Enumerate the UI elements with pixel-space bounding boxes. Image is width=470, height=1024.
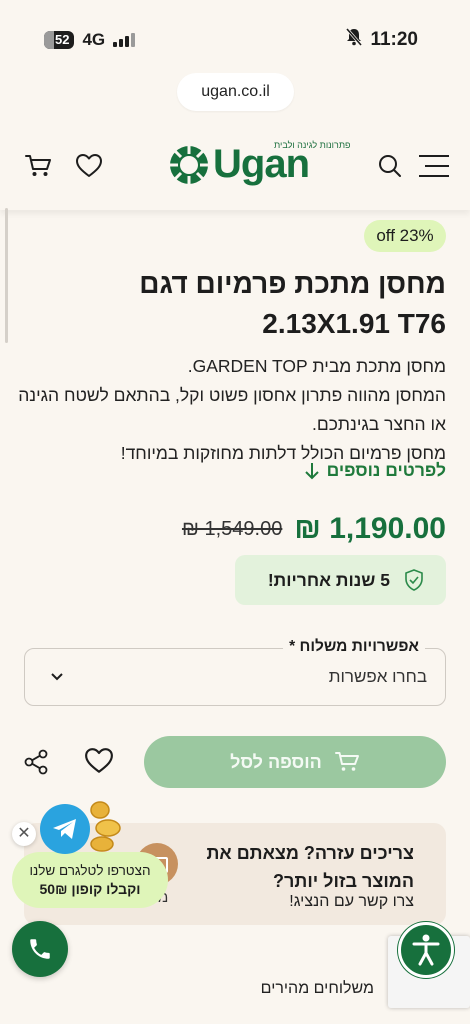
battery-indicator: 52 <box>44 31 75 49</box>
heart-icon <box>85 748 113 773</box>
add-to-cart-label: הוספה לסל <box>230 751 322 772</box>
shipping-label: אפשרויות משלוח * <box>283 638 425 656</box>
cart-icon[interactable] <box>22 150 54 182</box>
product-title: מחסן מתכת פרמיום דגם 2.13X1.91 T76 <box>139 268 446 339</box>
old-price: 1,549.00 ₪ <box>181 517 283 540</box>
telegram-icon[interactable] <box>40 804 90 854</box>
telegram-promo-line2: וקבלו קופון 50₪ <box>39 881 141 897</box>
shield-check-icon <box>405 569 423 591</box>
call-button[interactable] <box>12 921 68 977</box>
menu-icon[interactable] <box>416 150 452 182</box>
telegram-promo-line1: הצטרפו לטלגרם שלנו <box>29 863 151 878</box>
add-to-wishlist-button[interactable] <box>84 746 114 781</box>
product-description: מחסן מתכת מבית GARDEN TOP. המחסן מהווה פ… <box>16 352 446 468</box>
description-line: המחסן מהווה פתרון אחסון פשוט וקל, בהתאם … <box>18 385 446 434</box>
shipping-selected-value: בחרו אפשרות <box>328 667 427 686</box>
accessibility-icon <box>412 934 440 966</box>
close-promo-button[interactable]: ✕ <box>12 822 36 846</box>
status-bar: 52 4G 11:20 <box>0 0 470 76</box>
current-price: 1,190.00 ₪ <box>294 512 446 545</box>
clock: 11:20 <box>370 29 418 50</box>
scroll-indicator[interactable] <box>5 208 8 343</box>
description-line: מחסן מתכת מבית GARDEN TOP. <box>187 356 446 376</box>
add-to-cart-button[interactable]: הוספה לסל <box>144 736 446 788</box>
accessibility-button[interactable] <box>398 922 454 978</box>
url-bar[interactable]: ugan.co.il <box>177 73 294 111</box>
price-row: 1,190.00 ₪ 1,549.00 ₪ <box>182 512 446 546</box>
signal-icon <box>113 33 136 47</box>
fast-shipping-text: משלוחים מהירים <box>260 980 374 997</box>
arrow-down-icon <box>304 462 319 479</box>
warranty-badge: 5 שנות אחריות! <box>235 555 446 605</box>
bell-mute-icon <box>346 28 363 52</box>
search-icon[interactable] <box>374 150 406 182</box>
warranty-text: 5 שנות אחריות! <box>267 569 390 590</box>
help-title: צריכים עזרה? מצאתם את המוצר בזול יותר? <box>206 843 414 891</box>
telegram-promo[interactable]: הצטרפו לטלגרם שלנו וקבלו קופון 50₪ <box>12 852 168 908</box>
status-right: 11:20 <box>346 28 418 52</box>
share-button[interactable] <box>22 748 50 781</box>
logo-mark-icon <box>170 146 208 184</box>
discount-badge: off 23% <box>364 220 446 252</box>
help-subtitle: צרו קשר עם הנציג! <box>289 893 414 910</box>
cart-icon <box>334 752 359 771</box>
phone-icon <box>30 939 50 959</box>
wishlist-heart-icon[interactable] <box>73 150 105 182</box>
shipping-select[interactable]: אפשרויות משלוח * בחרו אפשרות <box>24 638 446 706</box>
status-left: 52 4G <box>44 30 136 50</box>
logo-text: Ugan <box>213 142 310 186</box>
more-details-link[interactable]: לפרטים נוספים <box>304 460 446 481</box>
site-logo[interactable]: פתרונות לגינה ולבית Ugan <box>168 140 351 190</box>
more-details-label: לפרטים נוספים <box>326 460 446 480</box>
network-type: 4G <box>82 30 106 49</box>
share-icon <box>24 749 48 775</box>
chevron-down-icon <box>51 673 63 681</box>
site-header: פתרונות לגינה ולבית Ugan <box>0 120 470 210</box>
coins-icon <box>90 801 121 852</box>
